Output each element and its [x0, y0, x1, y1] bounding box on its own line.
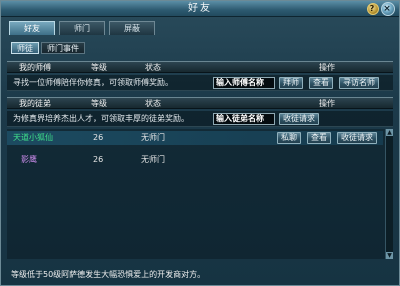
master-header: 我的师傅 等级 状态 操作 [7, 61, 393, 73]
worship-master-button[interactable]: 拜师 [279, 77, 303, 89]
tab-block[interactable]: 屏蔽 [109, 21, 155, 35]
apprentice-col-name: 我的徒弟 [19, 99, 51, 108]
master-col-actions: 操作 [319, 63, 335, 72]
sub-tabs: 师徒 师门事件 [11, 42, 85, 54]
help-icon[interactable]: ? [367, 3, 379, 15]
master-col-level: 等级 [91, 63, 107, 72]
master-name-input[interactable]: 输入师傅名称 [213, 77, 275, 89]
window-title: 好友 [188, 3, 212, 14]
friend-window: 好友 ? × 好友 师门 屏蔽 师徒 师门事件 我的师傅 等级 状态 操作 寻找… [0, 0, 400, 286]
friend-status: 无师门 [141, 133, 165, 142]
window-titlebar[interactable]: 好友 ? × [1, 1, 399, 17]
tab-friends[interactable]: 好友 [9, 21, 55, 35]
apprentice-hint-text: 为修真界培养杰出人才，可领取丰厚的徒弟奖励。 [13, 114, 189, 123]
master-info-row: 寻找一位师傅陪伴你修真，可领取师傅奖励。 输入师傅名称 拜师 查看 寻访名师 [7, 75, 393, 91]
friend-level: 26 [93, 155, 104, 164]
apprentice-name-input[interactable]: 输入徒弟名称 [213, 113, 275, 125]
master-col-name: 我的师傅 [19, 63, 51, 72]
tab-sect[interactable]: 师门 [59, 21, 105, 35]
view-master-button[interactable]: 查看 [309, 77, 333, 89]
accept-apprentice-button[interactable]: 收徒请求 [279, 113, 319, 125]
apprentice-list: 天道小狐仙 26 无师门 私聊 查看 收徒请求 影鹰 26 无师门 ▲ ▼ [7, 129, 393, 259]
master-col-status: 状态 [145, 63, 161, 72]
list-item[interactable]: 影鹰 26 无师门 [7, 153, 383, 167]
apprentice-col-status: 状态 [145, 99, 161, 108]
send-apprentice-request-button[interactable]: 收徒请求 [337, 132, 377, 144]
apprentice-col-actions: 操作 [319, 99, 335, 108]
subtab-master-apprentice[interactable]: 师徒 [11, 42, 39, 54]
main-tabs: 好友 师门 屏蔽 [9, 21, 155, 35]
close-icon[interactable]: × [381, 2, 395, 16]
scroll-up-icon[interactable]: ▲ [386, 129, 393, 136]
master-hint-text: 寻找一位师傅陪伴你修真，可领取师傅奖励。 [13, 78, 173, 87]
friend-name: 影鹰 [21, 155, 37, 164]
footer-notice: 等级低于50级阿萨德发生大幅恐惧爱上的开发商对方。 [11, 270, 206, 279]
apprentice-info-row: 为修真界培养杰出人才，可领取丰厚的徒弟奖励。 输入徒弟名称 收徒请求 [7, 111, 393, 127]
find-master-button[interactable]: 寻访名师 [339, 77, 379, 89]
apprentice-col-level: 等级 [91, 99, 107, 108]
private-chat-button[interactable]: 私聊 [277, 132, 301, 144]
list-scrollbar[interactable]: ▲ ▼ [385, 129, 393, 259]
friend-status: 无师门 [141, 155, 165, 164]
list-item[interactable]: 天道小狐仙 26 无师门 私聊 查看 收徒请求 [7, 131, 383, 145]
view-friend-button[interactable]: 查看 [307, 132, 331, 144]
subtab-sect-events[interactable]: 师门事件 [41, 42, 85, 54]
friend-name: 天道小狐仙 [13, 133, 53, 142]
friend-level: 26 [93, 133, 104, 142]
apprentice-header: 我的徒弟 等级 状态 操作 [7, 97, 393, 109]
scroll-down-icon[interactable]: ▼ [386, 252, 393, 259]
